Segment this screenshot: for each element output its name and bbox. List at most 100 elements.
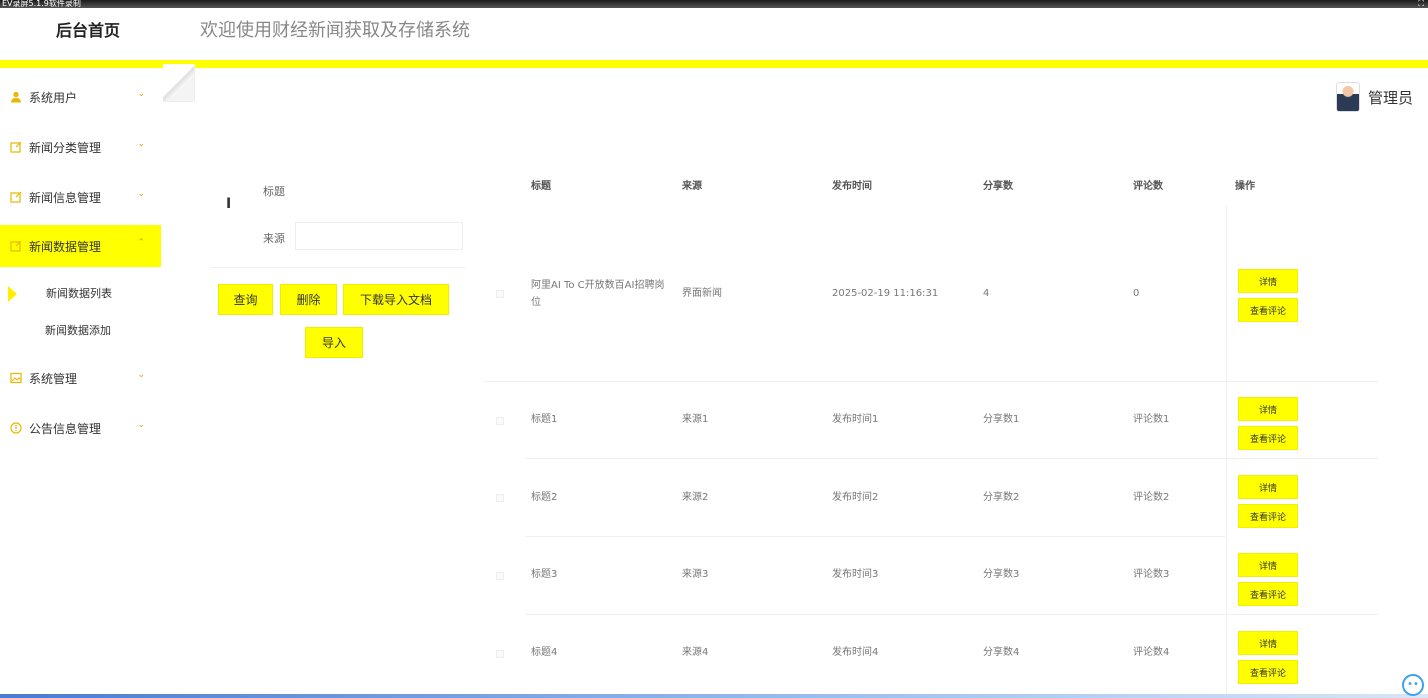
detail-button[interactable]: 详情: [1238, 553, 1298, 577]
sidebar-item-news-info[interactable]: 新闻信息管理 ⌄: [0, 176, 161, 218]
info-icon: [10, 422, 22, 434]
avatar: [1336, 82, 1360, 112]
cell-title: 阿里AI To C开放数百AI招聘岗位: [531, 280, 665, 308]
cell-shares: 分享数2: [983, 492, 1020, 503]
row-divider: [525, 536, 1225, 537]
chevron-down-icon: ⌄: [137, 189, 145, 199]
chevron-down-icon: ⌄: [137, 89, 145, 99]
cell-time: 发布时间2: [832, 492, 879, 503]
recorder-title-bar: EV录屏5.1.9软件录制 ⛶: [0, 0, 1428, 8]
row-divider: [525, 458, 1378, 459]
cell-title: 标题1: [531, 414, 558, 425]
header: 后台首页 欢迎使用财经新闻获取及存储系统: [0, 8, 1428, 60]
query-button[interactable]: 查询: [218, 284, 273, 315]
chevron-down-icon: ⌄: [137, 420, 145, 430]
title-label: 标题: [263, 185, 285, 198]
form-divider: [210, 267, 465, 268]
cell-shares: 分享数1: [983, 414, 1020, 425]
sidebar-item-label: 新闻分类管理: [29, 140, 102, 155]
sidebar: 系统用户 ⌄ 新闻分类管理 ⌄ 新闻信息管理 ⌄ 新闻数据管理 ⌃ 新闻数据列表…: [0, 68, 161, 698]
assistant-icon[interactable]: ••: [1402, 674, 1424, 696]
sidebar-item-label: 新闻数据管理: [29, 239, 102, 254]
sidebar-item-system-management[interactable]: 系统管理 ⌄: [0, 357, 161, 399]
source-input[interactable]: [295, 222, 463, 250]
edit-icon: [10, 141, 22, 153]
view-comments-button[interactable]: 查看评论: [1238, 426, 1298, 450]
cell-title: 标题2: [531, 492, 558, 503]
column-header-publish-time[interactable]: 发布时间: [832, 177, 872, 192]
edit-icon: [10, 240, 22, 252]
cell-comments: 评论数3: [1133, 569, 1170, 580]
chevron-down-icon: ⌄: [137, 370, 145, 380]
cell-shares: 4: [983, 288, 990, 299]
collapse-toggle[interactable]: [163, 64, 195, 102]
header-accent-bar: [0, 60, 1428, 68]
sidebar-item-announcement[interactable]: 公告信息管理 ⌄: [0, 407, 161, 449]
detail-button[interactable]: 详情: [1238, 631, 1298, 655]
column-header-source[interactable]: 来源: [682, 177, 702, 192]
sidebar-subitem-news-data-list[interactable]: 新闻数据列表: [0, 279, 161, 309]
cell-shares: 分享数3: [983, 569, 1020, 580]
actions-column-separator: [1226, 205, 1227, 695]
column-header-comments[interactable]: 评论数: [1133, 177, 1163, 192]
sidebar-item-label: 系统用户: [29, 90, 78, 105]
detail-button[interactable]: 详情: [1238, 475, 1298, 499]
cell-source: 来源4: [682, 647, 709, 658]
sidebar-item-label: 系统管理: [29, 371, 78, 386]
row-checkbox[interactable]: [496, 650, 504, 658]
column-header-shares[interactable]: 分享数: [983, 177, 1013, 192]
cell-title: 标题4: [531, 647, 558, 658]
active-marker-icon: [8, 286, 17, 302]
cell-time: 发布时间3: [832, 569, 879, 580]
edit-icon: [10, 191, 22, 203]
user-icon: [10, 91, 22, 103]
chevron-up-icon: ⌃: [137, 238, 145, 248]
image-icon: [10, 372, 22, 384]
chevron-down-icon: ⌄: [137, 139, 145, 149]
cell-comments: 评论数4: [1133, 647, 1170, 658]
cell-shares: 分享数4: [983, 647, 1020, 658]
detail-button[interactable]: 详情: [1238, 269, 1298, 293]
download-template-button[interactable]: 下载导入文档: [343, 284, 449, 315]
detail-button[interactable]: 详情: [1238, 397, 1298, 421]
row-checkbox[interactable]: [496, 494, 504, 502]
text-cursor-icon: I: [226, 196, 232, 212]
view-comments-button[interactable]: 查看评论: [1238, 298, 1298, 322]
row-checkbox[interactable]: [496, 290, 504, 298]
source-label: 来源: [263, 232, 285, 245]
cell-comments: 评论数2: [1133, 492, 1170, 503]
recorder-title: EV录屏5.1.9软件录制: [2, 0, 81, 8]
cell-time: 发布时间1: [832, 414, 879, 425]
sidebar-item-news-category[interactable]: 新闻分类管理 ⌄: [0, 126, 161, 168]
sidebar-item-label: 公告信息管理: [29, 421, 102, 436]
cell-source: 来源2: [682, 492, 709, 503]
delete-button[interactable]: 删除: [280, 284, 337, 315]
sidebar-item-news-data[interactable]: 新闻数据管理 ⌃: [0, 225, 161, 267]
cell-source: 界面新闻: [682, 288, 722, 299]
welcome-text: 欢迎使用财经新闻获取及存储系统: [200, 20, 470, 41]
row-divider: [483, 381, 1378, 382]
view-comments-button[interactable]: 查看评论: [1238, 504, 1298, 528]
row-checkbox[interactable]: [496, 417, 504, 425]
column-header-title[interactable]: 标题: [531, 177, 551, 192]
sidebar-subitem-label: 新闻数据列表: [46, 287, 112, 300]
user-menu[interactable]: 管理员: [1336, 80, 1413, 114]
row-divider: [525, 614, 1378, 615]
fullscreen-icon[interactable]: ⛶: [1418, 0, 1424, 8]
cell-time: 发布时间4: [832, 647, 879, 658]
cell-time: 2025-02-19 11:16:31: [832, 288, 939, 299]
import-button[interactable]: 导入: [305, 327, 363, 358]
view-comments-button[interactable]: 查看评论: [1238, 582, 1298, 606]
cell-comments: 评论数1: [1133, 414, 1170, 425]
sidebar-item-label: 新闻信息管理: [29, 190, 102, 205]
brand-title[interactable]: 后台首页: [0, 16, 176, 60]
row-checkbox[interactable]: [496, 572, 504, 580]
cell-source: 来源1: [682, 414, 709, 425]
user-name: 管理员: [1368, 88, 1414, 107]
cell-comments: 0: [1133, 288, 1140, 299]
cell-source: 来源3: [682, 569, 709, 580]
view-comments-button[interactable]: 查看评论: [1238, 660, 1298, 684]
sidebar-subitem-news-data-add[interactable]: 新闻数据添加: [0, 316, 161, 346]
cell-title: 标题3: [531, 569, 558, 580]
sidebar-item-system-users[interactable]: 系统用户 ⌄: [0, 76, 161, 118]
